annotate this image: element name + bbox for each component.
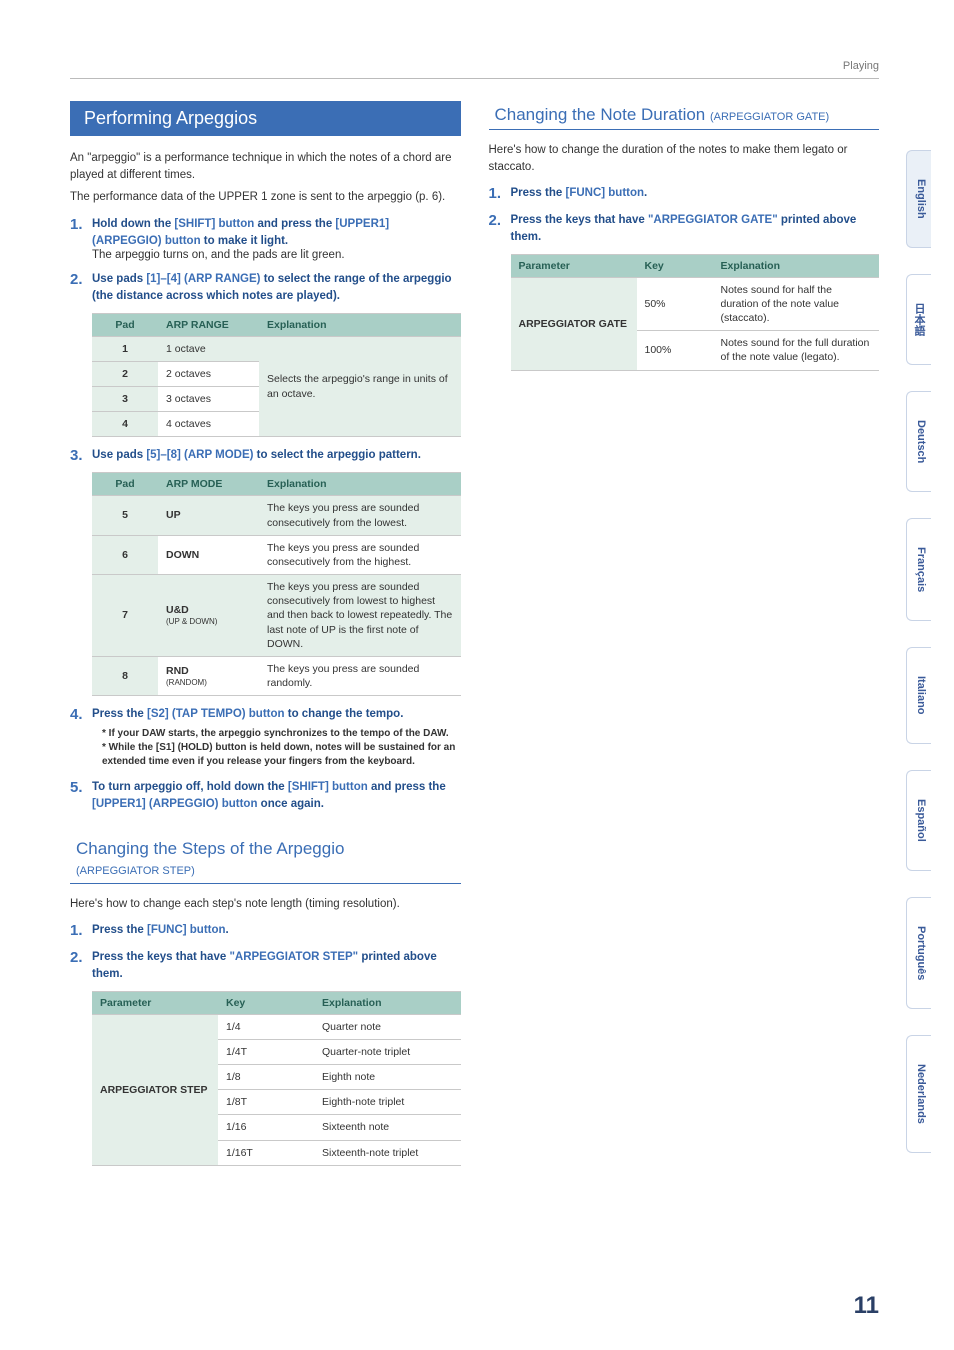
- lang-tab-japanese[interactable]: 日本語: [906, 274, 931, 365]
- step-number: 2: [70, 949, 84, 982]
- step-number: 4: [70, 706, 84, 723]
- step-3: 3 Use pads [5]–[8] (ARP MODE) to select …: [70, 447, 461, 464]
- subsection-arp-gate: Changing the Note Duration (ARPEGGIATOR …: [489, 101, 880, 130]
- step-number: 1: [70, 922, 84, 939]
- language-tabs: English 日本語 Deutsch Français Italiano Es…: [906, 150, 931, 1153]
- footnote: While the [S1] (HOLD) button is held dow…: [102, 741, 461, 769]
- step-number: 5: [70, 779, 84, 812]
- step-2: 2 Press the keys that have "ARPEGGIATOR …: [489, 212, 880, 245]
- arp-mode-table: Pad ARP MODE Explanation 5UPThe keys you…: [92, 472, 461, 696]
- lang-tab-francais[interactable]: Français: [906, 518, 931, 621]
- footnote: If your DAW starts, the arpeggio synchro…: [102, 727, 461, 741]
- step-1: 1 Press the [FUNC] button.: [70, 922, 461, 939]
- lang-tab-portugues[interactable]: Português: [906, 897, 931, 1009]
- lang-tab-italiano[interactable]: Italiano: [906, 647, 931, 744]
- body-text: Here's how to change each step's note le…: [70, 896, 461, 913]
- step-number: 2: [70, 271, 84, 304]
- step-number: 2: [489, 212, 503, 245]
- running-head: Playing: [70, 60, 879, 79]
- step-subtext: The arpeggio turns on, and the pads are …: [92, 249, 461, 261]
- arp-range-table: Pad ARP RANGE Explanation 11 octaveSelec…: [92, 313, 461, 438]
- step-1: 1 Hold down the [SHIFT] button and press…: [70, 216, 461, 261]
- step-number: 1: [489, 185, 503, 202]
- step-number: 1: [70, 216, 84, 261]
- body-text: The performance data of the UPPER 1 zone…: [70, 189, 461, 206]
- page-number: 11: [854, 1292, 879, 1320]
- step-2: 2 Use pads [1]–[4] (ARP RANGE) to select…: [70, 271, 461, 304]
- step-5: 5 To turn arpeggio off, hold down the [S…: [70, 779, 461, 812]
- right-column: Changing the Note Duration (ARPEGGIATOR …: [489, 101, 880, 1174]
- body-text: Here's how to change the duration of the…: [489, 142, 880, 175]
- step-1: 1 Press the [FUNC] button.: [489, 185, 880, 202]
- lang-tab-espanol[interactable]: Español: [906, 770, 931, 871]
- section-heading-arpeggios: Performing Arpeggios: [70, 101, 461, 136]
- lang-tab-english[interactable]: English: [906, 150, 931, 248]
- arp-gate-table: Parameter Key Explanation ARPEGGIATOR GA…: [511, 254, 880, 371]
- lang-tab-deutsch[interactable]: Deutsch: [906, 391, 931, 492]
- step-4: 4 Press the [S2] (TAP TEMPO) button to c…: [70, 706, 461, 723]
- lang-tab-nederlands[interactable]: Nederlands: [906, 1035, 931, 1153]
- left-column: Performing Arpeggios An "arpeggio" is a …: [70, 101, 461, 1174]
- body-text: An "arpeggio" is a performance technique…: [70, 150, 461, 183]
- step-2: 2 Press the keys that have "ARPEGGIATOR …: [70, 949, 461, 982]
- step-number: 3: [70, 447, 84, 464]
- arp-step-table: Parameter Key Explanation ARPEGGIATOR ST…: [92, 991, 461, 1166]
- subsection-arp-step: Changing the Steps of the Arpeggio (ARPE…: [70, 835, 461, 884]
